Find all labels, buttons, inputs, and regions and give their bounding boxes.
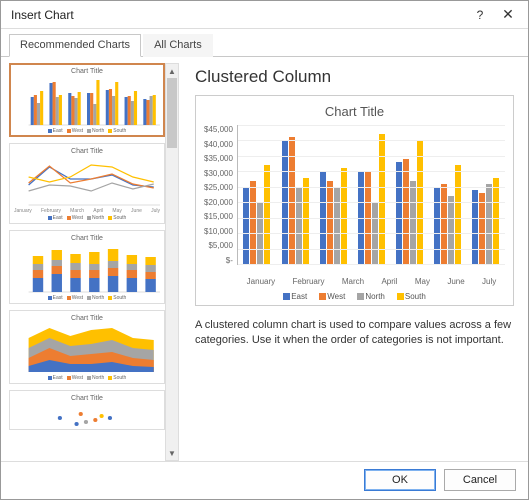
chart-preview-panel: Clustered Column Chart Title $45,000$40,… bbox=[179, 63, 520, 461]
thumb-stacked-column[interactable]: Chart Title bbox=[9, 230, 165, 304]
chart-preview[interactable]: Chart Title $45,000$40,000$35,000$30,000… bbox=[195, 95, 514, 306]
scroll-up-button[interactable]: ▲ bbox=[166, 64, 178, 78]
thumb-legend: East West North South bbox=[14, 215, 160, 221]
thumb-scatter-chart[interactable]: Chart Title bbox=[9, 390, 165, 430]
chart-thumbnails-sidebar: Chart Title bbox=[1, 63, 179, 461]
x-axis: JanuaryFebruaryMarchAprilMayJuneJuly bbox=[238, 277, 505, 286]
dialog-footer: OK Cancel bbox=[1, 461, 528, 497]
thumb-cats: JanuaryFebruaryMarchAprilMayJuneJuly bbox=[14, 208, 160, 214]
help-button[interactable]: ? bbox=[466, 4, 494, 26]
scroll-track[interactable] bbox=[166, 78, 178, 446]
thumb-clustered-column[interactable]: Chart Title bbox=[9, 63, 165, 137]
window-title: Insert Chart bbox=[11, 8, 466, 22]
thumb-title: Chart Title bbox=[14, 315, 160, 322]
thumb-chart bbox=[14, 324, 160, 374]
close-button[interactable]: ✕ bbox=[494, 2, 522, 27]
chart-area: $45,000$40,000$35,000$30,000$25,000$20,0… bbox=[204, 125, 505, 275]
scroll-thumb[interactable] bbox=[167, 78, 177, 148]
dialog-content: Chart Title bbox=[1, 57, 528, 461]
y-axis: $45,000$40,000$35,000$30,000$25,000$20,0… bbox=[204, 125, 237, 265]
titlebar: Insert Chart ? ✕ bbox=[1, 1, 528, 29]
thumb-chart bbox=[14, 404, 160, 430]
chart-description: A clustered column chart is used to comp… bbox=[195, 318, 514, 348]
thumb-legend: East West North South bbox=[14, 128, 160, 134]
thumb-chart bbox=[14, 244, 160, 294]
thumb-chart bbox=[14, 77, 160, 127]
thumb-legend: East West North South bbox=[14, 375, 160, 381]
thumb-title: Chart Title bbox=[14, 68, 160, 75]
tab-all-charts[interactable]: All Charts bbox=[143, 34, 213, 57]
thumbnail-list: Chart Title bbox=[9, 63, 165, 461]
tab-recommended-charts[interactable]: Recommended Charts bbox=[9, 34, 141, 57]
plot-area bbox=[237, 125, 505, 265]
chart-type-heading: Clustered Column bbox=[195, 67, 514, 87]
tab-strip: Recommended Charts All Charts bbox=[1, 29, 528, 57]
thumb-stacked-area[interactable]: Chart Title East West North bbox=[9, 310, 165, 384]
chart-preview-title: Chart Title bbox=[204, 104, 505, 119]
chart-legend: EastWestNorthSouth bbox=[204, 292, 505, 301]
ok-button[interactable]: OK bbox=[364, 469, 436, 491]
thumb-title: Chart Title bbox=[14, 235, 160, 242]
cancel-button[interactable]: Cancel bbox=[444, 469, 516, 491]
thumbnail-scrollbar[interactable]: ▲ ▼ bbox=[165, 63, 179, 461]
thumb-line-chart[interactable]: Chart Title JanuaryFebruaryMarchAprilMay bbox=[9, 143, 165, 224]
thumb-title: Chart Title bbox=[14, 148, 160, 155]
scroll-down-button[interactable]: ▼ bbox=[166, 446, 178, 460]
thumb-chart bbox=[14, 157, 160, 207]
thumb-legend: East West North South bbox=[14, 295, 160, 301]
thumb-title: Chart Title bbox=[14, 395, 160, 402]
